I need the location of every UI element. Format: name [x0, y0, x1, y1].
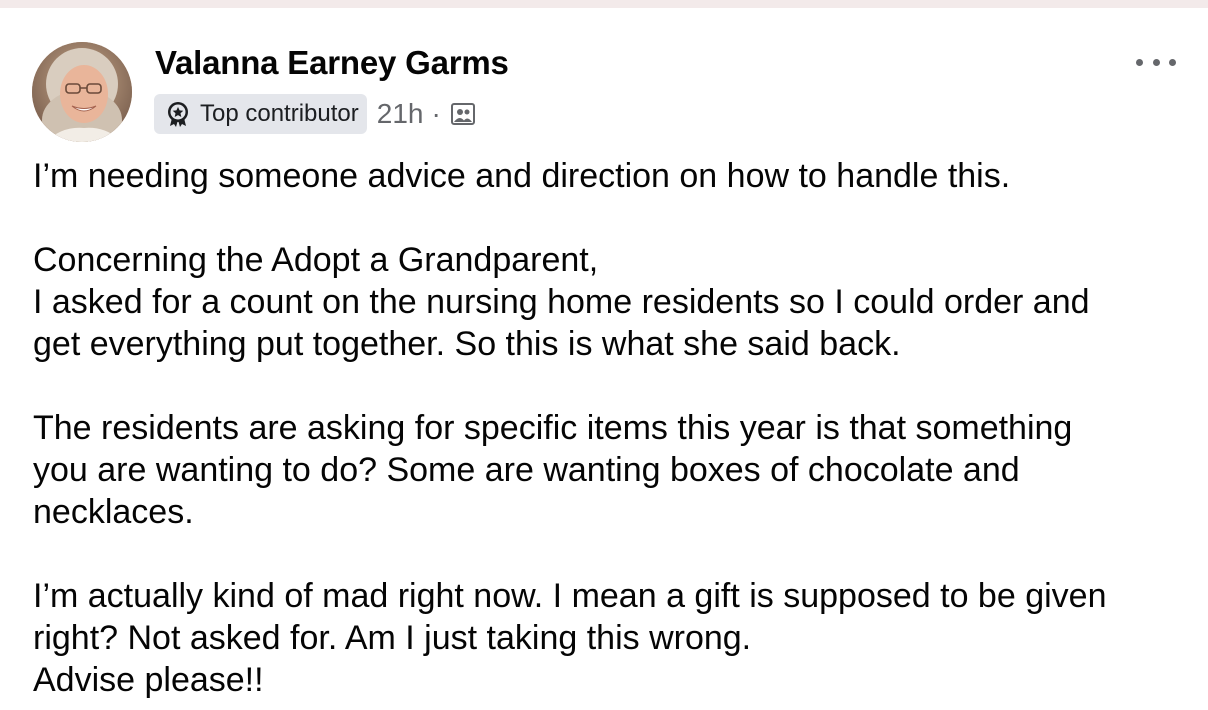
post-paragraph: The residents are asking for specific it…: [33, 407, 1193, 533]
post-line: I’m needing someone advice and direction…: [33, 157, 1011, 195]
meta-separator: ·: [431, 98, 441, 129]
post-line: necklaces.: [33, 493, 194, 531]
badge-label: Top contributor: [200, 100, 359, 127]
post-body: I’m needing someone advice and direction…: [33, 155, 1193, 701]
post-line: The residents are asking for specific it…: [33, 409, 1073, 447]
post-line: Concerning the Adopt a Grandparent,: [33, 241, 599, 279]
post-paragraph: I’m actually kind of mad right now. I me…: [33, 575, 1193, 701]
post-meta: Top contributor 21h ·: [154, 94, 477, 134]
post-card: Valanna Earney Garms Top contributor 21h…: [0, 8, 1208, 710]
top-contributor-badge[interactable]: Top contributor: [154, 94, 367, 134]
post-line: Advise please!!: [33, 661, 264, 699]
group-audience-icon[interactable]: [449, 100, 477, 128]
more-options-button[interactable]: [1136, 50, 1176, 74]
top-divider: [0, 0, 1208, 8]
post-paragraph: Concerning the Adopt a Grandparent, I as…: [33, 239, 1193, 365]
author-name[interactable]: Valanna Earney Garms: [155, 44, 509, 82]
post-line: right? Not asked for. Am I just taking t…: [33, 619, 752, 657]
top-contributor-icon: [164, 100, 192, 128]
post-line: get everything put together. So this is …: [33, 325, 901, 363]
post-line: I asked for a count on the nursing home …: [33, 283, 1090, 321]
post-line: I’m actually kind of mad right now. I me…: [33, 577, 1107, 615]
post-timestamp[interactable]: 21h: [377, 98, 424, 130]
avatar-photo: [32, 42, 132, 142]
post-line: you are wanting to do? Some are wanting …: [33, 451, 1020, 489]
post-paragraph: I’m needing someone advice and direction…: [33, 155, 1193, 197]
author-avatar[interactable]: [32, 42, 132, 142]
more-options-icon: [1136, 58, 1143, 66]
